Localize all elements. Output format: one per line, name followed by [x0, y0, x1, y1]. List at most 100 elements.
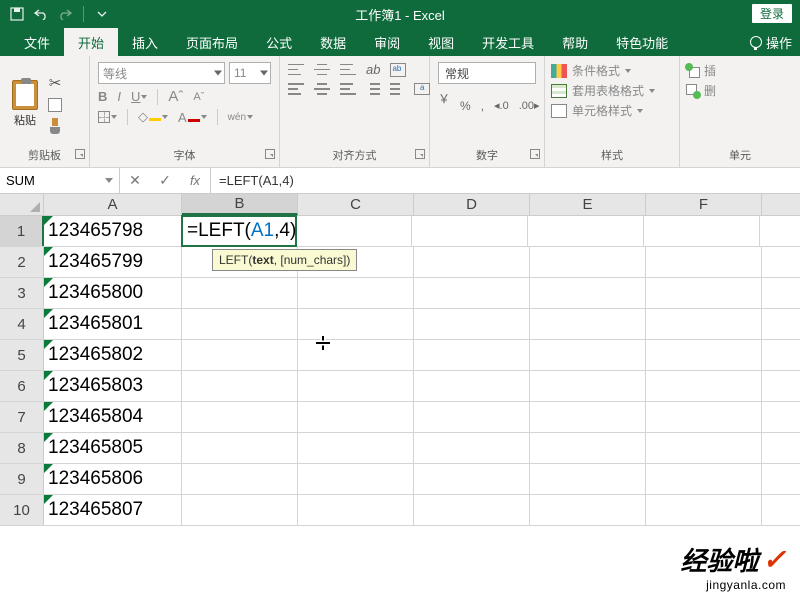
number-format-combo[interactable]: 常规: [438, 62, 536, 84]
cell[interactable]: [414, 402, 530, 432]
cell[interactable]: [646, 309, 762, 339]
cell[interactable]: [646, 402, 762, 432]
format-as-table-button[interactable]: 套用表格格式: [551, 82, 655, 99]
tab-formulas[interactable]: 公式: [252, 28, 306, 56]
cell[interactable]: [298, 278, 414, 308]
insert-cells-button[interactable]: 插: [686, 62, 716, 79]
tab-review[interactable]: 审阅: [360, 28, 414, 56]
increase-indent-icon[interactable]: [390, 83, 404, 95]
orientation-icon[interactable]: ab: [366, 62, 380, 77]
cell[interactable]: 123465807: [44, 495, 182, 525]
tab-home[interactable]: 开始: [64, 28, 118, 56]
delete-cells-button[interactable]: 删: [686, 82, 716, 99]
cell[interactable]: [414, 495, 530, 525]
cell[interactable]: 123465800: [44, 278, 182, 308]
tell-me-search[interactable]: 操作: [750, 28, 792, 56]
dialog-launcher-icon[interactable]: [265, 149, 275, 159]
cell[interactable]: [530, 433, 646, 463]
cell[interactable]: [530, 247, 646, 277]
underline-button[interactable]: U: [131, 89, 147, 104]
cell[interactable]: [530, 278, 646, 308]
row-header[interactable]: 3: [0, 278, 44, 308]
cell[interactable]: [182, 433, 298, 463]
name-box[interactable]: SUM: [0, 168, 120, 193]
redo-icon[interactable]: [56, 5, 74, 23]
cell[interactable]: [414, 433, 530, 463]
column-header[interactable]: E: [530, 194, 646, 215]
cell[interactable]: [414, 247, 530, 277]
cell[interactable]: [412, 216, 528, 246]
cell[interactable]: [182, 278, 298, 308]
row-header[interactable]: 4: [0, 309, 44, 339]
column-header[interactable]: D: [414, 194, 530, 215]
format-painter-icon[interactable]: [48, 118, 62, 134]
row-header[interactable]: 8: [0, 433, 44, 463]
dialog-launcher-icon[interactable]: [415, 149, 425, 159]
currency-button[interactable]: ￥: [438, 90, 450, 121]
cell[interactable]: [414, 340, 530, 370]
font-name-combo[interactable]: 等线: [98, 62, 225, 84]
row-header[interactable]: 2: [0, 247, 44, 277]
cell[interactable]: [182, 371, 298, 401]
cell[interactable]: [646, 278, 762, 308]
row-header[interactable]: 1: [0, 216, 44, 246]
cell[interactable]: [298, 402, 414, 432]
cell[interactable]: [646, 371, 762, 401]
cell[interactable]: [530, 402, 646, 432]
row-header[interactable]: 6: [0, 371, 44, 401]
cell[interactable]: 123465803: [44, 371, 182, 401]
tab-view[interactable]: 视图: [414, 28, 468, 56]
cell-editing[interactable]: =LEFT(A1,4): [181, 215, 297, 247]
border-button[interactable]: [98, 111, 117, 123]
cell[interactable]: [414, 278, 530, 308]
merge-cells-icon[interactable]: [414, 83, 430, 95]
cell[interactable]: [298, 340, 414, 370]
cancel-formula-button[interactable]: ✕: [120, 172, 150, 189]
align-left-icon[interactable]: [288, 83, 304, 95]
cell[interactable]: 123465799: [44, 247, 182, 277]
align-center-icon[interactable]: [314, 83, 330, 95]
shrink-font-button[interactable]: Aˇ: [193, 91, 204, 103]
tab-help[interactable]: 帮助: [548, 28, 602, 56]
cell[interactable]: [298, 433, 414, 463]
cell[interactable]: [646, 464, 762, 494]
cut-icon[interactable]: ✂: [49, 74, 62, 92]
undo-icon[interactable]: [32, 5, 50, 23]
paste-button[interactable]: 粘贴: [6, 80, 44, 128]
copy-icon[interactable]: [48, 98, 62, 112]
decrease-decimal-icon[interactable]: .00▸: [519, 99, 540, 112]
align-middle-icon[interactable]: [314, 64, 330, 76]
cell[interactable]: [298, 495, 414, 525]
fx-button[interactable]: fx: [180, 173, 210, 188]
cell[interactable]: [298, 309, 414, 339]
cell[interactable]: [644, 216, 760, 246]
italic-button[interactable]: I: [117, 89, 121, 104]
row-header[interactable]: 5: [0, 340, 44, 370]
cell[interactable]: 123465801: [44, 309, 182, 339]
cell[interactable]: [414, 371, 530, 401]
select-all-corner[interactable]: [0, 194, 44, 215]
align-right-icon[interactable]: [340, 83, 356, 95]
tab-file[interactable]: 文件: [10, 28, 64, 56]
percent-button[interactable]: %: [460, 99, 471, 113]
align-bottom-icon[interactable]: [340, 64, 356, 76]
tab-insert[interactable]: 插入: [118, 28, 172, 56]
conditional-formatting-button[interactable]: 条件格式: [551, 62, 631, 79]
tab-developer[interactable]: 开发工具: [468, 28, 548, 56]
cell[interactable]: [530, 309, 646, 339]
row-header[interactable]: 10: [0, 495, 44, 525]
comma-button[interactable]: ,: [481, 99, 484, 113]
fill-color-button[interactable]: ◇: [138, 109, 168, 125]
cell[interactable]: 123465798: [44, 216, 182, 246]
tab-data[interactable]: 数据: [306, 28, 360, 56]
font-size-combo[interactable]: 11: [229, 62, 271, 84]
cell[interactable]: [646, 340, 762, 370]
login-button[interactable]: 登录: [752, 4, 792, 23]
cell[interactable]: [528, 216, 644, 246]
cell[interactable]: 123465802: [44, 340, 182, 370]
tab-special[interactable]: 特色功能: [602, 28, 682, 56]
save-icon[interactable]: [8, 5, 26, 23]
grow-font-button[interactable]: Aˆ: [168, 88, 183, 105]
align-top-icon[interactable]: [288, 64, 304, 76]
cell[interactable]: [298, 464, 414, 494]
